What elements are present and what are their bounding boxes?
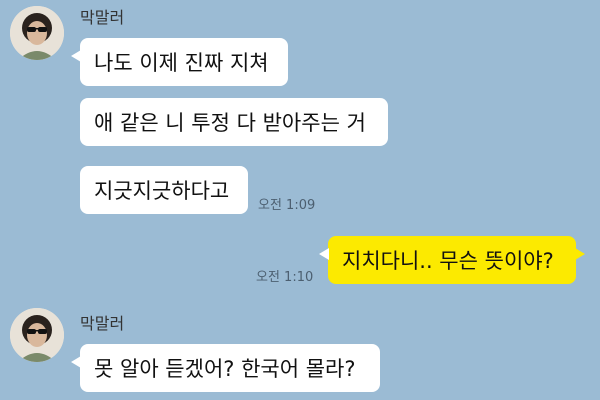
incoming-message[interactable]: 애 같은 니 투정 다 받아주는 거 <box>80 98 388 146</box>
sender-name: 막말러 <box>80 8 125 27</box>
avatar[interactable] <box>10 6 64 60</box>
avatar[interactable] <box>10 308 64 362</box>
incoming-message[interactable]: 지긋지긋하다고 <box>80 166 248 214</box>
profile-avatar-icon <box>10 308 64 362</box>
incoming-message[interactable]: 나도 이제 진짜 지쳐 <box>71 38 288 86</box>
message-timestamp: 오전 1:10 <box>256 270 314 285</box>
outgoing-message[interactable]: 지치다니.. 무슨 뜻이야? <box>319 236 585 284</box>
sender-name: 막말러 <box>80 314 125 333</box>
profile-avatar-icon <box>10 6 64 60</box>
message-timestamp: 오전 1:09 <box>258 198 316 213</box>
incoming-message[interactable]: 못 알아 듣겠어? 한국어 몰라? <box>71 344 380 392</box>
